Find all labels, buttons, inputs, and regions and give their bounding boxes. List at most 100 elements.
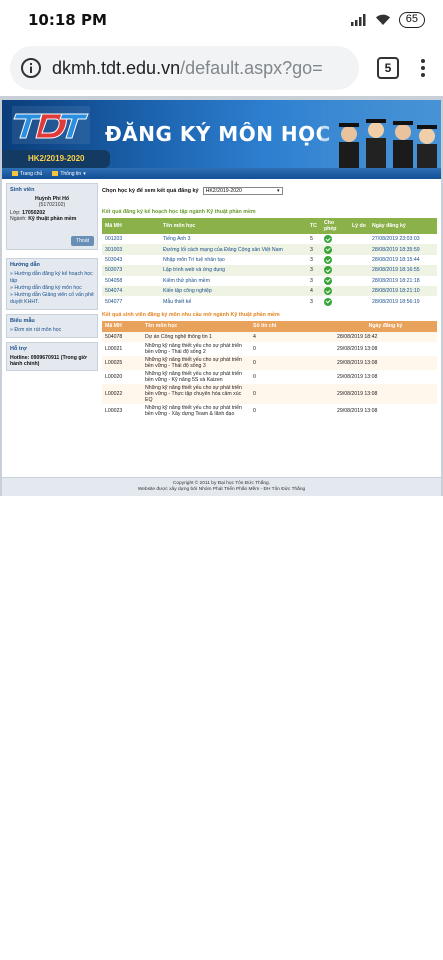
col-name: Tên môn học: [142, 320, 250, 332]
cell-code: L00025: [102, 356, 142, 371]
cell-name: Đường lối cách mạng của Đảng Cộng sản Vi…: [160, 244, 307, 255]
cell-name: Những kỹ năng thiết yếu cho sự phát triể…: [142, 370, 250, 385]
cell-tc: 3: [307, 265, 321, 276]
content-area: Sinh viên Huỳnh Phi Hổ (51702102) Lớp: 1…: [2, 179, 441, 419]
cell-reason: [349, 275, 369, 286]
cell-allowed: [321, 234, 349, 245]
tab-switcher-button[interactable]: 5: [377, 57, 399, 79]
cell-code: L00020: [102, 370, 142, 385]
status-bar: 10:18 PM 65: [0, 0, 443, 40]
cell-credits: 0: [250, 384, 334, 405]
semester-row: Chọn học kỳ để xem kết quả đăng ký HK2/2…: [102, 187, 437, 195]
col-code: Mã MH: [102, 218, 160, 234]
section2-title: Kết quả sinh viên đăng ký môn nhu cầu mở…: [102, 311, 280, 318]
check-icon: [324, 245, 332, 254]
cell-name: Mẫu thiết kế: [160, 296, 307, 307]
main-panel: Chọn học kỳ để xem kết quả đăng ký HK2/2…: [98, 179, 441, 419]
cell-allowed: [321, 275, 349, 286]
check-icon: [324, 266, 332, 275]
overflow-menu-icon[interactable]: [413, 59, 433, 77]
cell-reason: [349, 285, 369, 297]
nav-info-label: Thông tin: [60, 170, 82, 177]
cell-reason: [349, 296, 369, 307]
cell-tc: 4: [307, 285, 321, 297]
clock: 10:18 PM: [28, 11, 107, 29]
cell-code: 301003: [102, 244, 160, 255]
table-row: 503073 Lập trình web và ứng dụng 3 28/08/20…: [102, 265, 437, 276]
cell-reason: [349, 244, 369, 255]
plan-table-header: Mã MH Tên môn học TC Cho phép Lý do Ngày…: [102, 218, 437, 234]
guide-link-register[interactable]: » Hướng dẫn đăng ký môn học: [10, 285, 94, 292]
battery-icon: 65: [398, 12, 425, 28]
cell-name: Những kỹ năng thiết yếu cho sự phát triể…: [142, 384, 250, 405]
info-menu-icon: [52, 171, 59, 176]
table-row: 504058 Kiểm thử phần mềm 3 28/08/2019 18:21…: [102, 275, 437, 286]
form-link-withdraw[interactable]: » Đơn xin rút môn học: [10, 327, 94, 334]
cell-allowed: [321, 285, 349, 297]
guide-link-advisor[interactable]: » Hướng dẫn Giảng viên cố vấn phê duyệt …: [10, 292, 94, 306]
signal-icon: [350, 14, 366, 26]
banner-title: ĐĂNG KÝ MÔN HỌC: [105, 122, 331, 146]
cell-allowed: [321, 244, 349, 255]
guide-box: Hướng dẫn » Hướng dẫn đăng ký kế hoạch h…: [6, 258, 98, 310]
support-heading: Hỗ trợ: [10, 346, 27, 352]
nav-home[interactable]: Trang chủ: [12, 171, 42, 177]
cell-allowed: [321, 265, 349, 276]
cell-credits: 0: [250, 356, 334, 371]
cell-name: Những kỹ năng thiết yếu cho sự phát triể…: [142, 356, 250, 371]
url-host: dkmh.tdt.edu.vn: [52, 57, 181, 78]
table-row: 504074 Kiến tập công nghiệp 4 28/08/2019 18…: [102, 285, 437, 297]
cell-date: 28/08/2019 18:42: [334, 331, 437, 343]
table-row: L00020 Những kỹ năng thiết yếu cho sự phá…: [102, 370, 437, 385]
cell-name: Kiến tập công nghiệp: [160, 285, 307, 297]
student-id: (51702102): [38, 202, 66, 208]
cell-credits: 0: [250, 370, 334, 385]
plan-table: Mã MH Tên môn học TC Cho phép Lý do Ngày…: [102, 218, 437, 307]
cell-tc: 3: [307, 244, 321, 255]
cell-code: L00021: [102, 342, 142, 357]
check-icon: [324, 255, 332, 264]
web-page: ĐĂNG KÝ MÔN HỌC HK2/2019-2020 Trang chủ …: [0, 96, 443, 496]
demand-table-header: Mã MH Tên môn học Số tín chỉ Ngày đăng k…: [102, 320, 437, 332]
cell-code: 503043: [102, 254, 160, 266]
col-reason: Lý do: [349, 218, 369, 234]
semester-selected: HK2/2019-2020: [205, 188, 242, 194]
cell-tc: 3: [307, 275, 321, 286]
home-icon: [12, 171, 18, 176]
address-bar[interactable]: dkmh.tdt.edu.vn/default.aspx?go=: [10, 46, 359, 90]
cell-code: 504058: [102, 275, 160, 286]
cell-date: 28/08/2019 18:56:19: [369, 296, 437, 307]
info-icon[interactable]: [20, 57, 42, 79]
guide-heading: Hướng dẫn: [10, 262, 40, 268]
cell-code: 504077: [102, 296, 160, 307]
semester-tag: HK2/2019-2020: [2, 150, 110, 168]
cell-credits: 0: [250, 404, 334, 419]
cell-allowed: [321, 296, 349, 307]
logout-button[interactable]: Thoát: [71, 236, 94, 246]
cell-allowed: [321, 254, 349, 266]
cell-credits: 4: [250, 331, 334, 343]
page-footer: Copyright © 2011 by Đại học Tôn Đức Thắn…: [2, 477, 441, 496]
cell-reason: [349, 265, 369, 276]
cell-date: 29/08/2019 13:08: [334, 342, 437, 357]
table-row: L00021 Những kỹ năng thiết yếu cho sự phá…: [102, 342, 437, 357]
top-nav: Trang chủ Thông tin ▾: [2, 168, 441, 179]
support-box: Hỗ trợ Hotline: 0909670911 (Trong giờ hà…: [6, 342, 98, 371]
col-allowed: Cho phép: [321, 218, 349, 234]
nav-info[interactable]: Thông tin ▾: [52, 170, 86, 177]
cell-code: L00022: [102, 384, 142, 405]
semester-select[interactable]: HK2/2019-2020 ▾: [202, 187, 283, 195]
cell-name: Những kỹ năng thiết yếu cho sự phát triể…: [142, 342, 250, 357]
cell-name: Những kỹ năng thiết yếu cho sự phát triể…: [142, 404, 250, 419]
col-name: Tên môn học: [160, 218, 307, 234]
cell-date: 28/08/2019 18:15:44: [369, 254, 437, 266]
cell-code: 504074: [102, 285, 160, 297]
cell-credits: 0: [250, 342, 334, 357]
semester-prompt: Chọn học kỳ để xem kết quả đăng ký: [102, 188, 199, 194]
guide-link-plan[interactable]: » Hướng dẫn đăng ký kế hoạch học tập: [10, 271, 94, 285]
col-credits: Số tín chỉ: [250, 320, 334, 332]
system-icons: 65: [350, 12, 425, 28]
site-banner: ĐĂNG KÝ MÔN HỌC HK2/2019-2020: [2, 100, 441, 168]
hotline: Hotline: 0909670911 (Trong giờ hành chín…: [10, 355, 87, 367]
footer-credits: Website được xây dựng bởi Nhóm Phát Triể…: [137, 487, 306, 492]
